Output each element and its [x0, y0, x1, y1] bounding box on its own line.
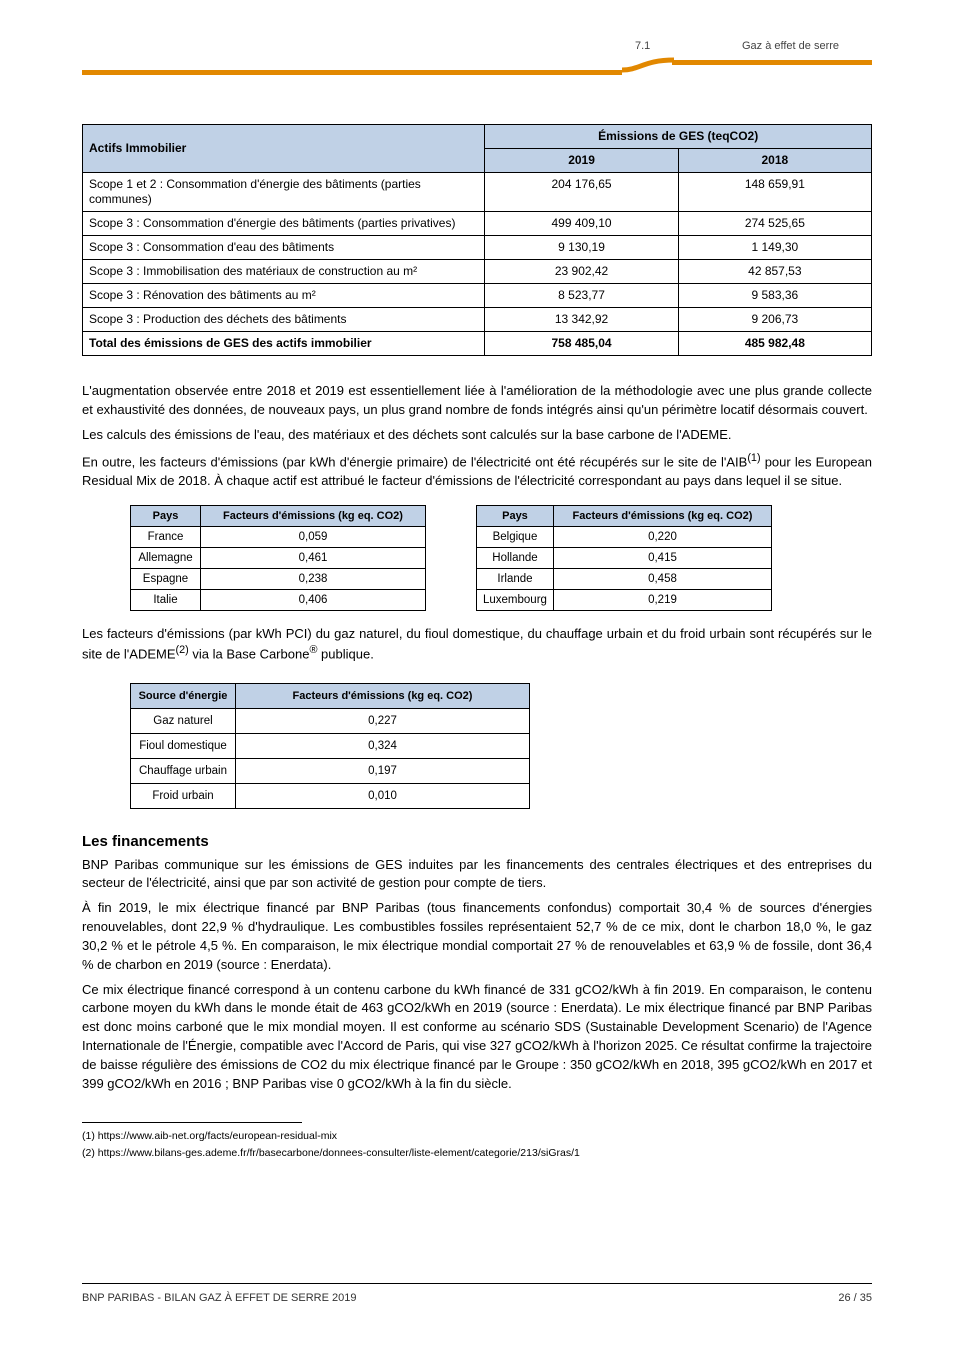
table-row: Hollande0,415 [477, 547, 772, 568]
header-title: Gaz à effet de serre [742, 40, 839, 52]
country-table-1: Pays Facteurs d'émissions (kg eq. CO2) F… [130, 505, 426, 611]
table-row: Scope 3 : Rénovation des bâtiments au m²… [83, 284, 872, 308]
table-row: Italie0,406 [131, 589, 426, 610]
footer-right: 26 / 35 [838, 1292, 872, 1304]
footer: BNP PARIBAS - BILAN GAZ À EFFET DE SERRE… [82, 1283, 872, 1304]
th-2019: 2019 [485, 149, 678, 173]
table-row: Scope 3 : Production des déchets des bât… [83, 308, 872, 332]
table-row: Scope 3 : Consommation d'énergie des bât… [83, 212, 872, 236]
table-row: Luxembourg0,219 [477, 589, 772, 610]
footnote: (2) https://www.bilans-ges.ademe.fr/fr/b… [82, 1146, 872, 1160]
table-row: Scope 3 : Consommation d'eau des bâtimen… [83, 236, 872, 260]
footer-left: BNP PARIBAS - BILAN GAZ À EFFET DE SERRE… [82, 1292, 356, 1304]
table-row: Irlande0,458 [477, 568, 772, 589]
table-row-total: Total des émissions de GES des actifs im… [83, 332, 872, 356]
para: En outre, les facteurs d'émissions (par … [82, 451, 872, 491]
table-row: Allemagne0,461 [131, 547, 426, 568]
th-2018: 2018 [678, 149, 871, 173]
para: Les facteurs d'émissions (par kWh PCI) d… [82, 625, 872, 665]
table-row: Chauffage urbain0,197 [131, 758, 530, 783]
header-num: 7.1 [635, 40, 650, 52]
table-row: Belgique0,220 [477, 526, 772, 547]
footnote: (1) https://www.aib-net.org/facts/europe… [82, 1129, 872, 1143]
table-row: France0,059 [131, 526, 426, 547]
footnote-rule [82, 1122, 302, 1123]
para: L'augmentation observée entre 2018 et 20… [82, 382, 872, 420]
ges-table: Actifs Immobilier Émissions de GES (teqC… [82, 124, 872, 356]
para: Ce mix électrique financé correspond à u… [82, 981, 872, 1094]
para: Les calculs des émissions de l'eau, des … [82, 426, 872, 445]
th-actifs: Actifs Immobilier [83, 125, 485, 173]
table-row: Scope 1 et 2 : Consommation d'énergie de… [83, 173, 872, 212]
th-emissions: Émissions de GES (teqCO2) [485, 125, 872, 149]
table-row: Gaz naturel0,227 [131, 708, 530, 733]
table-row: Espagne0,238 [131, 568, 426, 589]
para: À fin 2019, le mix électrique financé pa… [82, 899, 872, 974]
section-title: Les financements [82, 833, 872, 850]
table-row: Fioul domestique0,324 [131, 733, 530, 758]
table-row: Scope 3 : Immobilisation des matériaux d… [83, 260, 872, 284]
table-row: Froid urbain0,010 [131, 783, 530, 808]
country-table-2: Pays Facteurs d'émissions (kg eq. CO2) B… [476, 505, 772, 611]
para: BNP Paribas communique sur les émissions… [82, 856, 872, 894]
header-rule: 7.1 Gaz à effet de serre [82, 58, 872, 78]
source-table: Source d'énergie Facteurs d'émissions (k… [130, 683, 530, 809]
